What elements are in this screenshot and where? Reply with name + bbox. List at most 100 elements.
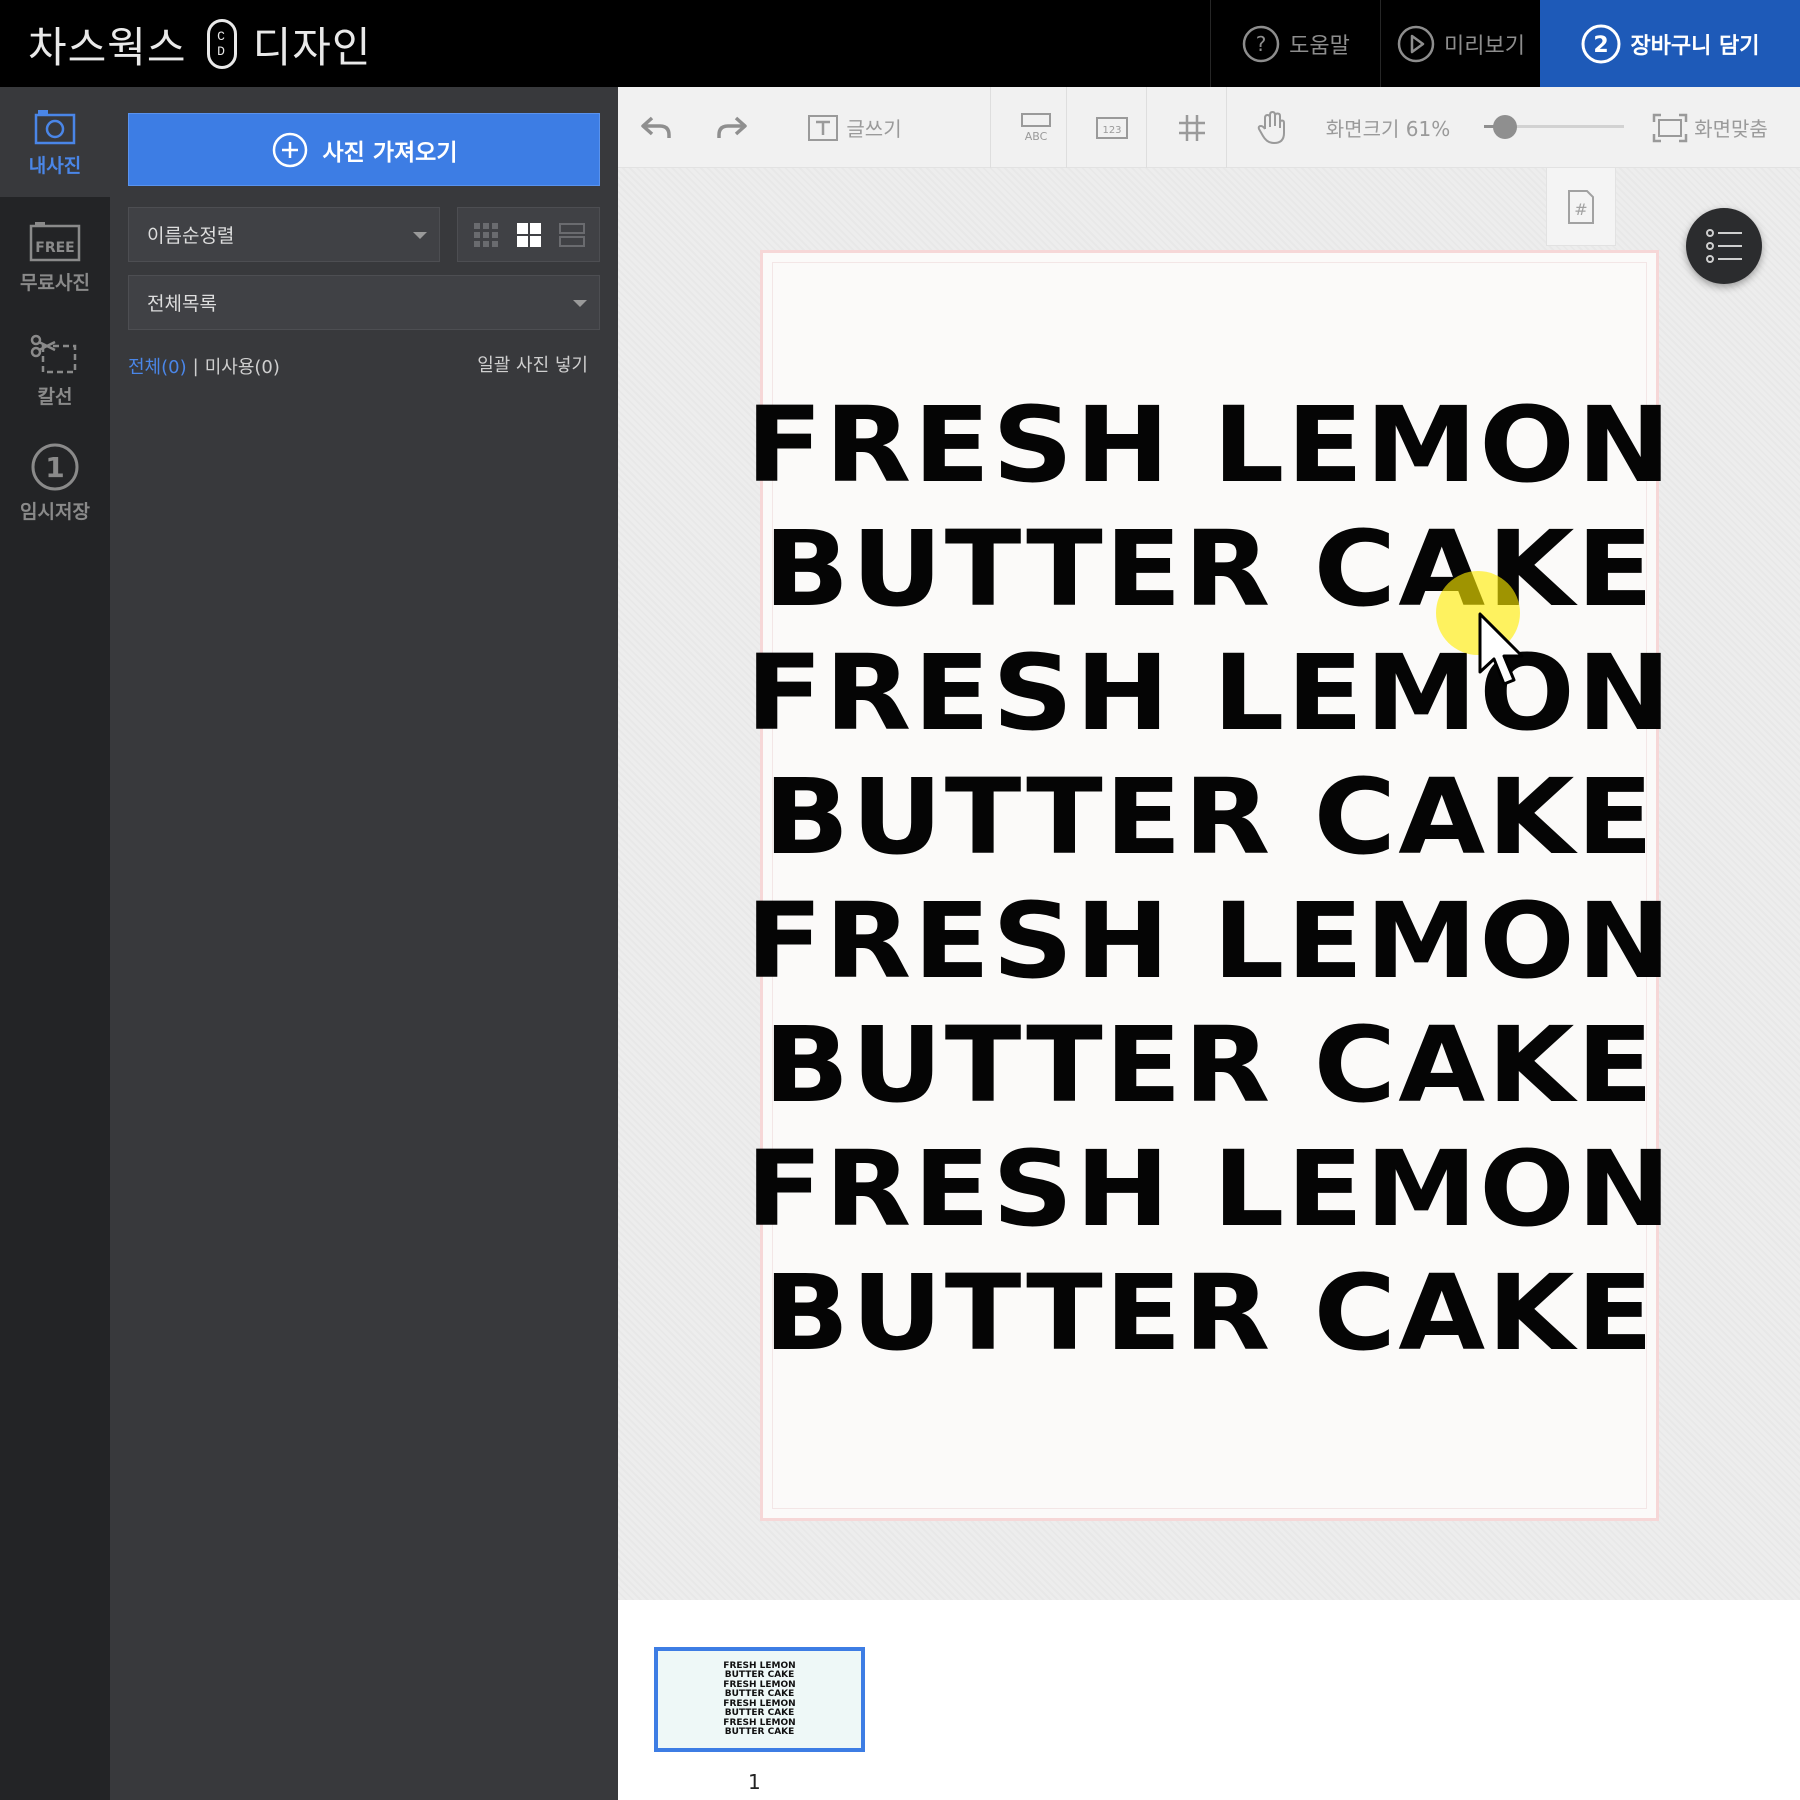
page-thumbnail[interactable]: FRESH LEMON BUTTER CAKE FRESH LEMON BUTT…	[654, 1647, 865, 1752]
redo-button[interactable]	[702, 87, 762, 168]
svg-text:1: 1	[45, 451, 64, 484]
rail-label: 임시저장	[20, 500, 90, 523]
design-page[interactable]: FRESH LEMON BUTTER CAKE FRESH LEMON BUTT…	[746, 250, 1671, 1521]
undo-icon	[641, 116, 671, 138]
brand-left-text: 차스웍스	[28, 22, 187, 72]
list-icon	[1706, 229, 1742, 263]
svg-text:FREE: FREE	[35, 240, 74, 256]
cart-label: 장바구니 담기	[1630, 33, 1760, 59]
svg-text:123: 123	[1102, 125, 1121, 136]
design-line: BUTTER CAKE	[763, 1252, 1656, 1374]
fit-label: 화면맞춤	[1694, 117, 1768, 141]
editor-toolbar: 글쓰기 ABC 123 화면크기 61% 화면맞춤	[618, 87, 1800, 168]
fit-screen-icon	[1652, 113, 1688, 142]
design-line: BUTTER CAKE	[763, 508, 1656, 630]
camera-icon	[34, 109, 76, 144]
svg-text:ABC: ABC	[1025, 130, 1048, 143]
rail-item-my-photos[interactable]: 내사진	[0, 87, 110, 197]
undo-button[interactable]	[626, 87, 686, 168]
add-to-cart-button[interactable]: 2 장바구니 담기	[1540, 0, 1800, 87]
add-text-button[interactable]: 글쓰기	[794, 87, 914, 168]
design-line: FRESH LEMON	[745, 384, 1674, 506]
design-line: BUTTER CAKE	[763, 756, 1656, 878]
step-two-icon: 2	[1581, 24, 1621, 63]
page-thumbnail-strip: FRESH LEMON BUTTER CAKE FRESH LEMON BUTT…	[618, 1600, 1800, 1800]
pan-tool[interactable]	[1244, 87, 1300, 168]
zoom-slider-handle[interactable]	[1493, 115, 1517, 139]
filter-separator: |	[192, 355, 199, 377]
import-label: 사진 가져오기	[322, 139, 458, 166]
view-mode-toggle	[457, 207, 600, 262]
rail-label: 칼선	[37, 385, 73, 408]
toolbar-divider	[990, 87, 991, 168]
help-label: 도움말	[1289, 33, 1350, 59]
design-line: FRESH LEMON	[745, 1128, 1674, 1250]
page-number-tool[interactable]: 123	[1084, 87, 1140, 168]
rail-label: 내사진	[28, 154, 82, 177]
question-icon: ?	[1242, 25, 1280, 62]
sort-select[interactable]: 이름순정렬	[128, 207, 440, 262]
bulk-insert-link[interactable]: 일괄 사진 넣기	[477, 351, 588, 377]
brand-right-text: 디자인	[252, 22, 372, 72]
rail-item-temp-save[interactable]: 1 임시저장	[0, 427, 110, 537]
hand-icon	[1257, 110, 1285, 144]
svg-text:#: #	[1574, 200, 1587, 219]
thumbnail-line: BUTTER CAKE	[724, 1727, 795, 1737]
rail-label: 무료사진	[20, 271, 90, 294]
filter-unused-link[interactable]: 미사용(0)	[205, 353, 280, 379]
scissors-icon	[30, 334, 77, 373]
design-line: FRESH LEMON	[745, 632, 1674, 754]
redo-icon	[717, 116, 747, 138]
svg-text:2: 2	[1594, 33, 1609, 58]
sort-value: 이름순정렬	[147, 225, 235, 247]
filter-all-link[interactable]: 전체(0)	[128, 353, 187, 379]
text-box-icon	[808, 114, 839, 141]
toolbar-divider	[1066, 87, 1067, 168]
play-icon	[1397, 25, 1435, 62]
toolbar-divider	[1146, 87, 1147, 168]
small-grid-icon[interactable]	[473, 222, 499, 248]
app-logo: 차스웍스 C D 디자인	[28, 18, 371, 72]
preview-button[interactable]: 미리보기	[1380, 0, 1540, 87]
left-rail: 내사진 FREE 무료사진 칼선 1 임시저장	[0, 87, 110, 1800]
photo-panel: 사진 가져오기 이름순정렬 전체목록 전체(0) | 미사용(0) 일괄 사진 …	[110, 87, 618, 1800]
large-grid-icon[interactable]	[516, 222, 542, 248]
svg-text:?: ?	[1256, 32, 1267, 56]
abc-icon: ABC	[1021, 112, 1051, 143]
text-style-button[interactable]: ABC	[1008, 87, 1064, 168]
preview-label: 미리보기	[1444, 33, 1525, 59]
plus-circle-icon	[272, 132, 307, 167]
chevron-down-icon	[573, 300, 587, 307]
mouse-cursor-icon	[1478, 612, 1524, 686]
design-line: FRESH LEMON	[745, 880, 1674, 1002]
fit-to-screen-button[interactable]: 화면맞춤	[1640, 87, 1780, 168]
layers-button[interactable]	[1686, 208, 1762, 284]
page-number-button[interactable]: #	[1546, 168, 1616, 246]
hash-page-icon: #	[1568, 189, 1594, 224]
help-button[interactable]: ? 도움말	[1210, 0, 1380, 87]
album-select[interactable]: 전체목록	[128, 275, 600, 330]
top-bar: 차스웍스 C D 디자인 ? 도움말 미리보기 2 장바구니 담기	[0, 0, 1800, 87]
free-photo-icon: FREE	[29, 221, 81, 261]
toolbar-divider	[1226, 87, 1227, 168]
chevron-down-icon	[413, 232, 427, 239]
import-photos-button[interactable]: 사진 가져오기	[128, 113, 600, 186]
design-canvas[interactable]: # FRESH LEMON BUTTER CAKE FRESH LEMON BU…	[618, 168, 1800, 1600]
zoom-label: 화면크기 61%	[1325, 117, 1451, 141]
album-value: 전체목록	[147, 293, 217, 315]
number-box-icon: 123	[1096, 116, 1128, 139]
brand-badge: C D	[206, 19, 237, 69]
zoom-slider[interactable]	[1484, 115, 1624, 139]
grid-icon	[1179, 114, 1205, 141]
add-text-label: 글쓰기	[846, 117, 902, 141]
thumbnail-page-number: 1	[748, 1770, 761, 1794]
design-text-block[interactable]: FRESH LEMON BUTTER CAKE FRESH LEMON BUTT…	[746, 383, 1671, 1375]
rail-item-cutline[interactable]: 칼선	[0, 315, 110, 425]
thumbnail-preview: FRESH LEMON BUTTER CAKE FRESH LEMON BUTT…	[723, 1661, 795, 1738]
list-view-icon[interactable]	[558, 222, 585, 248]
design-line: BUTTER CAKE	[763, 1004, 1656, 1126]
grid-toggle[interactable]	[1164, 87, 1220, 168]
step-one-icon: 1	[31, 443, 79, 490]
rail-item-free-photos[interactable]: FREE 무료사진	[0, 202, 110, 312]
photo-filter-row: 전체(0) | 미사용(0) 일괄 사진 넣기	[128, 351, 600, 381]
